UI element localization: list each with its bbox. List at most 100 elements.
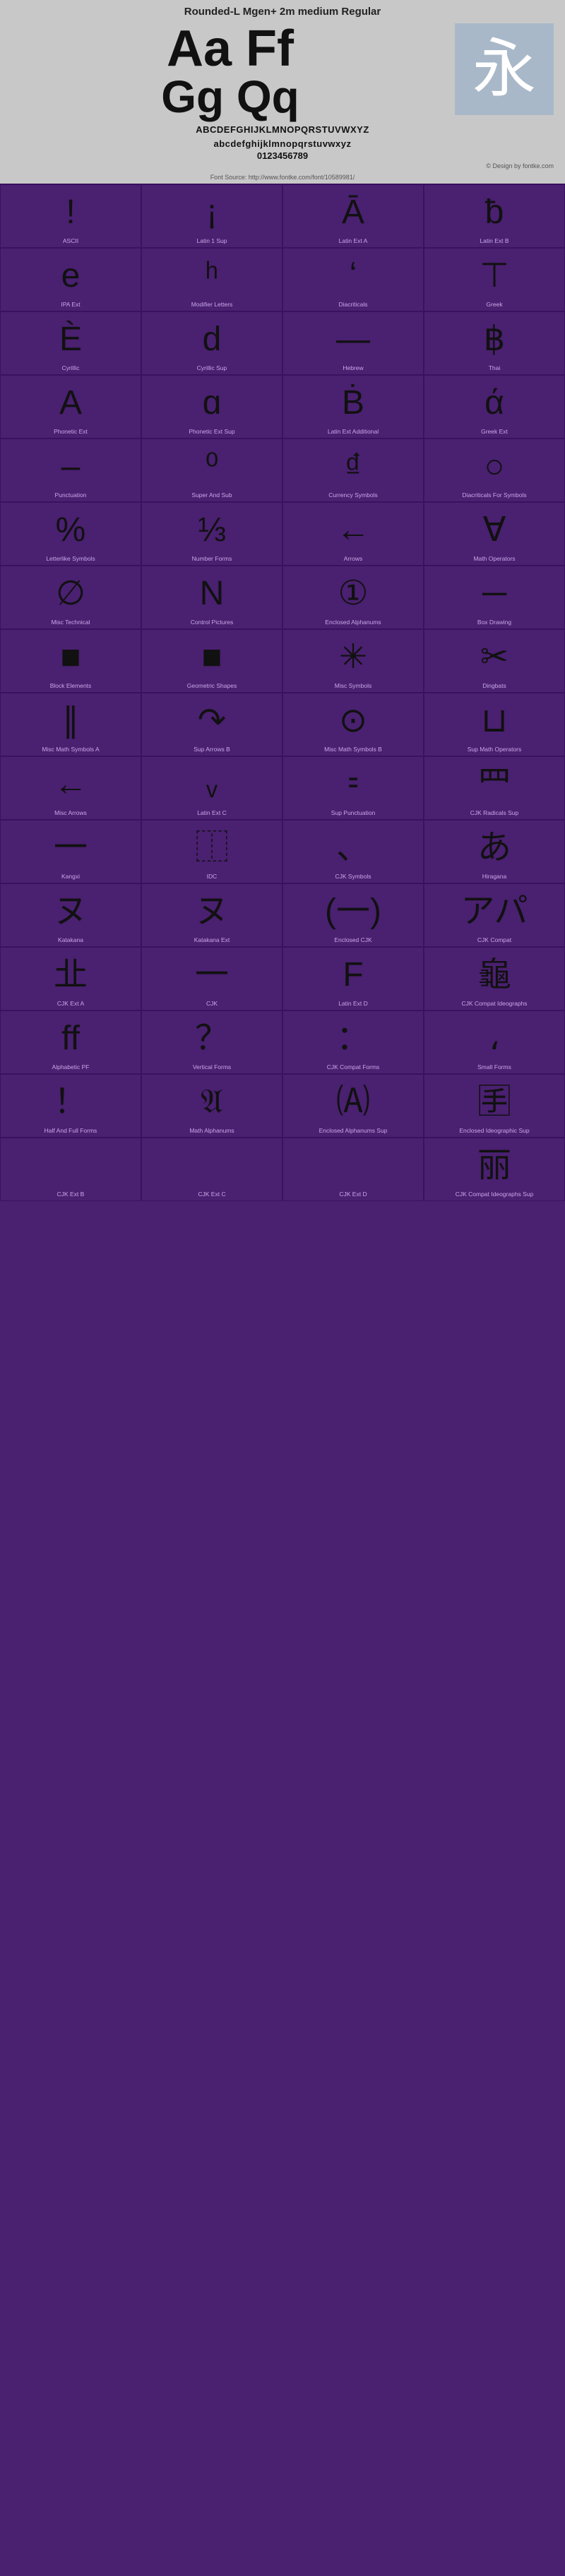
- cell-label: Phonetic Ext: [54, 428, 88, 435]
- cell-label: Cyrillic: [61, 364, 79, 371]
- cell-symbol: ⊔: [481, 699, 507, 743]
- cell-symbol: 𝔄: [201, 1080, 223, 1124]
- cell-label: Latin Ext D: [338, 1000, 368, 1007]
- cell-label: Greek: [486, 301, 502, 308]
- grid-cell: – Punctuation: [0, 439, 141, 502]
- grid-cell: 𫝀CJK Ext D: [282, 1138, 424, 1201]
- grid-cell: ɑPhonetic Ext Sup: [141, 375, 282, 439]
- cell-label: CJK Ext B: [57, 1191, 85, 1198]
- grid-cell: ⁰ Super And Sub: [141, 439, 282, 502]
- sample-row2: Gg Qq: [11, 74, 449, 119]
- cell-label: Enclosed Ideographic Sup: [459, 1127, 529, 1134]
- cell-symbol: 一: [195, 953, 229, 997]
- symbol-grid: !ASCII¡Latin 1 SupĀLatin Ext AƀLatin Ext…: [0, 184, 565, 1201]
- cell-label: ASCII: [63, 237, 78, 244]
- cell-symbol: (一): [325, 890, 381, 934]
- kanji-char: 永: [472, 37, 536, 101]
- cell-label: CJK Ext A: [57, 1000, 84, 1007]
- cell-label: Misc Symbols: [335, 682, 371, 689]
- cell-symbol: ヌ: [54, 890, 88, 934]
- cell-label: Diacriticals: [338, 301, 367, 308]
- cell-symbol: ɑ: [203, 381, 222, 425]
- cell-label: CJK Compat Forms: [327, 1063, 380, 1071]
- grid-cell: ⊔Sup Math Operators: [424, 693, 565, 756]
- cell-symbol: ─: [482, 572, 506, 616]
- grid-cell: 🈐Enclosed Ideographic Sup: [424, 1074, 565, 1138]
- cell-symbol: 丽: [477, 1144, 511, 1188]
- grid-cell: È Cyrillic: [0, 311, 141, 375]
- cell-label: Arrows: [344, 555, 362, 562]
- grid-cell: ↷Sup Arrows B: [141, 693, 282, 756]
- cell-label: Number Forms: [192, 555, 232, 562]
- grid-cell: ∀Math Operators: [424, 502, 565, 566]
- cell-symbol: ①: [338, 572, 368, 616]
- cell-symbol: È: [59, 318, 82, 362]
- cell-symbol: ff: [61, 1017, 80, 1061]
- cell-symbol: %: [56, 508, 86, 552]
- grid-cell: ○Diacriticals For Symbols: [424, 439, 565, 502]
- cell-label: Alphabetic PF: [52, 1063, 90, 1071]
- grid-cell: ⺫CJK Radicals Sup: [424, 756, 565, 820]
- cell-label: CJK Ext C: [198, 1191, 225, 1198]
- cell-symbol: ƀ: [485, 191, 504, 234]
- cell-label: Hiragana: [482, 873, 507, 880]
- cell-label: CJK Compat Ideographs: [461, 1000, 527, 1007]
- alphabet-lower: abcdefghijklmnopqrstuvwxyz: [11, 138, 554, 150]
- cell-label: Latin Ext B: [480, 237, 509, 244]
- grid-cell: ⊙Misc Math Symbols B: [282, 693, 424, 756]
- cell-label: IDC: [207, 873, 218, 880]
- font-title: Rounded-L Mgen+ 2m medium Regular: [11, 6, 554, 18]
- cell-symbol: ⊙: [339, 699, 367, 743]
- cell-symbol: A: [59, 381, 82, 425]
- grid-cell: ĀLatin Ext A: [282, 184, 424, 248]
- grid-cell: ฿Thai: [424, 311, 565, 375]
- cell-symbol: 、: [336, 826, 370, 870]
- kanji-box: 永: [455, 23, 554, 115]
- grid-cell: ! ASCII: [0, 184, 141, 248]
- grid-cell: A Phonetic Ext: [0, 375, 141, 439]
- cell-label: Small Forms: [477, 1063, 511, 1071]
- cell-symbol: —: [336, 318, 370, 362]
- cell-symbol: ⅓: [198, 508, 226, 552]
- cell-label: Thai: [489, 364, 501, 371]
- cell-label: Misc Arrows: [54, 809, 87, 816]
- cell-label: CJK Radicals Sup: [470, 809, 519, 816]
- grid-cell: 㐀CJK Ext A: [0, 947, 141, 1010]
- cell-symbol: ←: [54, 763, 88, 806]
- cell-symbol: ʻ: [350, 254, 357, 298]
- credit: © Design by fontke.com: [11, 162, 554, 169]
- grid-cell: ⹀Sup Punctuation: [282, 756, 424, 820]
- grid-cell: 一CJK: [141, 947, 282, 1010]
- cell-label: CJK Symbols: [335, 873, 371, 880]
- cell-label: Diacriticals For Symbols: [462, 491, 526, 499]
- cell-label: Punctuation: [55, 491, 87, 499]
- cell-symbol: F: [343, 953, 363, 997]
- header: Rounded-L Mgen+ 2m medium Regular Aa Ff …: [0, 0, 565, 184]
- cell-symbol: 🄐: [336, 1080, 370, 1124]
- cell-label: Latin Ext C: [197, 809, 227, 816]
- grid-cell: アパCJK Compat: [424, 883, 565, 947]
- cell-symbol: ：: [336, 1017, 370, 1061]
- cell-label: Letterlike Symbols: [46, 555, 95, 562]
- cell-symbol: !: [66, 191, 75, 234]
- cell-label: Enclosed Alphanums: [325, 619, 381, 626]
- cell-symbol: –: [61, 445, 81, 489]
- cell-label: Enclosed Alphanums Sup: [319, 1127, 388, 1134]
- grid-cell: ∥Misc Math Symbols A: [0, 693, 141, 756]
- cell-symbol: ⁰: [205, 445, 218, 489]
- cell-symbol: ⹀: [347, 763, 358, 806]
- cell-label: Greek Ext: [481, 428, 508, 435]
- cell-label: Math Operators: [473, 555, 515, 562]
- cell-label: Misc Technical: [51, 619, 90, 626]
- grid-cell: ： CJK Compat Forms: [282, 1010, 424, 1074]
- cell-label: Kangxi: [61, 873, 80, 880]
- cell-label: Super And Sub: [191, 491, 232, 499]
- cell-label: CJK Compat: [477, 936, 511, 943]
- grid-cell: ḂLatin Ext Additional: [282, 375, 424, 439]
- grid-cell: ✳Misc Symbols: [282, 629, 424, 693]
- grid-cell: ƀ Latin Ext B: [424, 184, 565, 248]
- cell-label: Misc Math Symbols A: [42, 746, 99, 753]
- cell-symbol: ヌ: [195, 890, 229, 934]
- grid-cell: dCyrillic Sup: [141, 311, 282, 375]
- cell-symbol: ？: [195, 1017, 229, 1061]
